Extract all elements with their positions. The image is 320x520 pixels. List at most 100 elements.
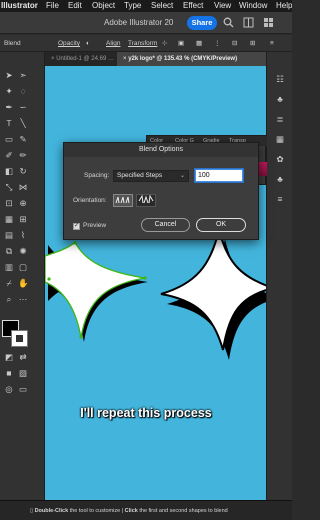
transform-each-icon[interactable]: ⊹ (162, 35, 167, 52)
scale-tool-icon[interactable]: ⤡ (4, 182, 14, 192)
selection-tool-icon[interactable]: ➤ (4, 70, 14, 80)
zoom-tool-icon[interactable]: ⌕ (4, 294, 14, 304)
share-button[interactable]: Share (187, 16, 217, 30)
layers-panel-icon[interactable]: ≣ (275, 114, 285, 124)
shape-builder-tool-icon[interactable]: ⊕ (18, 198, 28, 208)
brushes-panel-icon[interactable]: ✿ (275, 154, 285, 164)
align-center-icon[interactable]: ⊞ (250, 35, 255, 52)
blend-tool-icon[interactable]: ⧉ (4, 246, 14, 256)
symbol-sprayer-tool-icon[interactable]: ✺ (18, 246, 28, 256)
status-hint-text-2: the first and second shapes to blend (139, 508, 228, 514)
menu-select[interactable]: Select (151, 0, 173, 12)
align-to-page-icon[interactable] (113, 194, 133, 207)
preview-checkbox[interactable]: ✓ (73, 223, 80, 230)
slice-tool-icon[interactable]: ⌿ (4, 278, 14, 288)
column-graph-tool-icon[interactable]: ▥ (4, 262, 14, 272)
pen-tool-icon[interactable]: ✒ (4, 102, 14, 112)
menu-object[interactable]: Object (92, 0, 115, 12)
tools-panel: ➤ ➣ ✦ ◌ ✒ ∽ T ╲ ▭ ✎ ✐ ✏ ◧ ↻ ⤡ ⋈ ⊡ ⊕ ▦ ⊞ … (0, 52, 45, 510)
status-separator: | (121, 508, 124, 514)
grid-icon[interactable]: ▦ (196, 35, 202, 52)
illustrator-window: Illustrator File Edit Object Type Select… (0, 0, 292, 520)
recolor-icon[interactable]: ◐ (86, 35, 90, 52)
transform-link[interactable]: Transform (128, 35, 157, 52)
properties-panel-icon[interactable]: ☷ (275, 74, 285, 84)
gradient-tool-icon[interactable]: ▤ (4, 230, 14, 240)
magic-wand-tool-icon[interactable]: ✦ (4, 86, 14, 96)
mesh-tool-icon[interactable]: ⊞ (18, 214, 28, 224)
pencil-tool-icon[interactable]: ✏ (18, 150, 28, 160)
dialog-title: Blend Options (64, 143, 258, 157)
spacing-select[interactable]: Specified Steps ⌄ (113, 170, 189, 182)
status-hint-text-1: the tool to customize (69, 508, 121, 514)
symbols-panel-icon[interactable]: ♣ (275, 174, 285, 184)
opacity-link[interactable]: Opacity (58, 35, 80, 52)
direct-selection-tool-icon[interactable]: ➣ (18, 70, 28, 80)
stroke-swatch[interactable] (11, 330, 28, 347)
control-mode-label: Blend (4, 40, 21, 47)
menu-view[interactable]: View (214, 0, 231, 12)
line-tool-icon[interactable]: ╲ (18, 118, 28, 128)
spacing-select-value: Specified Steps (117, 172, 163, 179)
artwork-svg (45, 228, 266, 360)
ok-button[interactable]: OK (196, 218, 246, 232)
app-title: Adobe Illustrator 20 (104, 18, 174, 27)
status-hint-key-2: Click (124, 508, 138, 514)
sparkle-shape-left[interactable] (45, 240, 148, 342)
menu-bar: Illustrator File Edit Object Type Select… (0, 0, 292, 12)
libraries-panel-icon[interactable]: ♣ (275, 94, 285, 104)
width-tool-icon[interactable]: ⋈ (18, 182, 28, 192)
distribute-icon[interactable]: ⋮ (214, 35, 221, 52)
eyedropper-tool-icon[interactable]: ⌇ (18, 230, 28, 240)
menu-file[interactable]: File (46, 0, 59, 12)
hand-tool-icon[interactable]: ✋ (18, 278, 29, 288)
tab-label: y2k logo* @ 135.43 % (CMYK/Preview) (128, 56, 238, 62)
align-to-path-icon[interactable] (136, 194, 156, 207)
isolate-icon[interactable]: ▣ (178, 35, 184, 52)
menu-type[interactable]: Type (124, 0, 141, 12)
cancel-button[interactable]: Cancel (141, 218, 190, 232)
draw-mode-icon[interactable]: ◎ (4, 384, 14, 394)
menu-window[interactable]: Window (239, 0, 267, 12)
eraser-tool-icon[interactable]: ◧ (4, 166, 14, 176)
search-icon[interactable] (222, 17, 234, 29)
preview-label: Preview (83, 222, 107, 229)
edit-toolbar-icon[interactable]: ⋯ (18, 294, 28, 304)
swatches-panel-icon[interactable]: ▦ (275, 134, 285, 144)
artboard-tool-icon[interactable]: ▢ (18, 262, 28, 272)
arrange-documents-icon[interactable] (242, 17, 254, 29)
steps-input[interactable]: 100 (195, 169, 243, 182)
panel-menu-icon[interactable]: ≡ (270, 35, 274, 52)
menu-app[interactable]: Illustrator (1, 0, 38, 12)
menu-help[interactable]: Help (276, 0, 292, 12)
spacing-label: Spacing: (84, 172, 110, 179)
type-tool-icon[interactable]: T (4, 118, 14, 128)
rectangle-tool-icon[interactable]: ▭ (4, 134, 14, 144)
perspective-grid-tool-icon[interactable]: ▦ (4, 214, 14, 224)
swap-colors-icon[interactable]: ⇄ (18, 352, 28, 362)
stroke-panel-icon[interactable]: ≡ (275, 194, 285, 204)
menu-effect[interactable]: Effect (183, 0, 203, 12)
color-mode-icon[interactable]: ■ (4, 368, 14, 378)
artboard-canvas[interactable] (45, 66, 266, 510)
default-colors-icon[interactable]: ◩ (4, 352, 14, 362)
sparkle-shape-right[interactable] (160, 228, 266, 360)
tab-untitled-1[interactable]: × Untitled-1 @ 24.69 … (45, 52, 117, 66)
menu-edit[interactable]: Edit (68, 0, 82, 12)
gradient-mode-icon[interactable]: ▨ (18, 368, 28, 378)
curvature-tool-icon[interactable]: ∽ (18, 102, 28, 112)
paintbrush-tool-icon[interactable]: ✎ (18, 134, 28, 144)
tab-close-icon[interactable]: × (123, 56, 127, 62)
screen-mode-icon[interactable]: ▭ (18, 384, 28, 394)
app-bar: Adobe Illustrator 20 Share (0, 12, 292, 34)
shaper-tool-icon[interactable]: ✐ (4, 150, 14, 160)
tab-label: Untitled-1 @ 24.69 … (56, 56, 114, 62)
workspace-switcher-icon[interactable] (262, 17, 274, 29)
align-left-icon[interactable]: ⊟ (232, 35, 237, 52)
align-link[interactable]: Align (106, 35, 120, 52)
lasso-tool-icon[interactable]: ◌ (18, 86, 28, 96)
free-transform-tool-icon[interactable]: ⊡ (4, 198, 14, 208)
tab-close-icon[interactable]: × (51, 56, 55, 62)
mouse-icon: ▯ (30, 508, 34, 514)
rotate-tool-icon[interactable]: ↻ (18, 166, 28, 176)
